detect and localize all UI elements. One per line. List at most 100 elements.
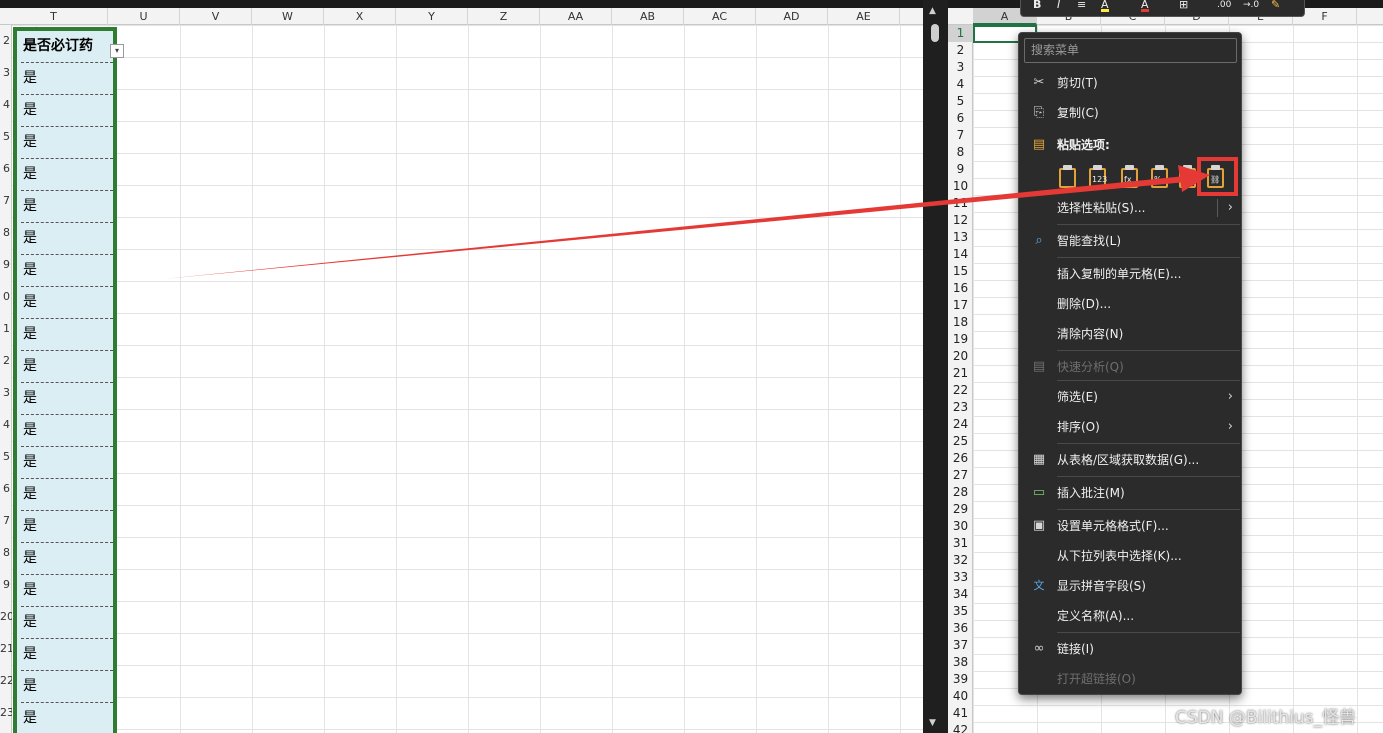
row-number[interactable]: 26 <box>948 450 973 467</box>
column-header-ad[interactable]: AD <box>756 8 828 25</box>
row-number[interactable]: 15 <box>948 263 973 280</box>
row-number[interactable]: 40 <box>948 688 973 705</box>
row-number[interactable]: 10 <box>948 178 973 195</box>
row-number[interactable]: 5 <box>0 441 12 473</box>
data-cell[interactable]: 是 <box>21 447 113 479</box>
data-cell[interactable]: 是 <box>21 159 113 191</box>
scroll-up-arrow-icon[interactable]: ▲ <box>929 6 936 16</box>
menu-item-copy[interactable]: ⎘ 复制(C) <box>1019 99 1241 127</box>
increase-decimal-button[interactable]: .00 <box>1217 0 1231 12</box>
italic-button[interactable]: I <box>1057 0 1060 12</box>
row-number[interactable]: 23 <box>0 697 12 729</box>
row-number[interactable]: 35 <box>948 603 973 620</box>
row-number[interactable]: 5 <box>948 93 973 110</box>
row-number[interactable]: 8 <box>948 144 973 161</box>
paste-transpose-icon[interactable]: ⇄ <box>1177 164 1199 190</box>
row-number[interactable]: 2 <box>0 25 12 57</box>
row-number[interactable]: 25 <box>948 433 973 450</box>
data-cell[interactable]: 是 <box>21 575 113 607</box>
menu-item-define-name[interactable]: 定义名称(A)... <box>1019 602 1241 630</box>
row-number[interactable]: 6 <box>948 110 973 127</box>
row-number[interactable]: 23 <box>948 399 973 416</box>
menu-item-insert-comment[interactable]: ▭ 插入批注(M) <box>1019 479 1241 507</box>
menu-item-link[interactable]: ∞ 链接(I) <box>1019 635 1241 663</box>
row-number[interactable]: 3 <box>948 59 973 76</box>
data-cell[interactable]: 是 <box>21 639 113 671</box>
row-number[interactable]: 7 <box>0 505 12 537</box>
data-cell[interactable]: 是 <box>21 63 113 95</box>
row-number[interactable]: 3 <box>0 57 12 89</box>
column-header-aa[interactable]: AA <box>540 8 612 25</box>
data-cell[interactable]: 是 <box>21 319 113 351</box>
menu-item-paste-special[interactable]: 选择性粘贴(S)... › <box>1019 194 1241 222</box>
left-cell-grid[interactable] <box>0 25 923 733</box>
row-number[interactable]: 14 <box>948 246 973 263</box>
row-number[interactable]: 13 <box>948 229 973 246</box>
data-cell[interactable]: 是 <box>21 127 113 159</box>
column-header-cell[interactable]: 是否必订药 <box>21 31 113 63</box>
row-number[interactable]: 21 <box>0 633 12 665</box>
row-number[interactable]: 21 <box>948 365 973 382</box>
row-number[interactable]: 17 <box>948 297 973 314</box>
row-number[interactable]: 34 <box>948 586 973 603</box>
paste-formulas-icon[interactable]: fx <box>1119 164 1141 190</box>
fill-color-button[interactable]: A <box>1101 0 1109 12</box>
font-color-button[interactable]: A <box>1141 0 1149 12</box>
scroll-down-arrow-icon[interactable]: ▼ <box>929 718 936 728</box>
menu-item-sort[interactable]: 排序(O) › <box>1019 413 1241 441</box>
menu-item-cut[interactable]: ✂ 剪切(T) <box>1019 69 1241 97</box>
row-number[interactable]: 4 <box>0 409 12 441</box>
menu-item-insert-copied-cells[interactable]: 插入复制的单元格(E)... <box>1019 260 1241 288</box>
menu-item-format-cells[interactable]: ▣ 设置单元格格式(F)... <box>1019 512 1241 540</box>
data-cell[interactable]: 是 <box>21 287 113 319</box>
row-number[interactable]: 28 <box>948 484 973 501</box>
data-cell[interactable]: 是 <box>21 703 113 733</box>
paste-default-icon[interactable] <box>1057 164 1079 190</box>
menu-item-clear-contents[interactable]: 清除内容(N) <box>1019 320 1241 348</box>
column-header-z[interactable]: Z <box>468 8 540 25</box>
row-number[interactable]: 20 <box>0 601 12 633</box>
menu-item-filter[interactable]: 筛选(E) › <box>1019 383 1241 411</box>
menu-item-smart-lookup[interactable]: ⌕ 智能查找(L) <box>1019 227 1241 255</box>
column-header-u[interactable]: U <box>108 8 180 25</box>
row-number[interactable]: 20 <box>948 348 973 365</box>
menu-search-input[interactable]: 搜索菜单 <box>1024 38 1237 63</box>
paste-formatting-icon[interactable]: % <box>1149 164 1171 190</box>
column-header-y[interactable]: Y <box>396 8 468 25</box>
row-number[interactable]: 22 <box>0 665 12 697</box>
row-number[interactable]: 2 <box>0 345 12 377</box>
data-cell[interactable]: 是 <box>21 511 113 543</box>
menu-item-pick-from-dropdown[interactable]: 从下拉列表中选择(K)... <box>1019 542 1241 570</box>
data-cell[interactable]: 是 <box>21 415 113 447</box>
row-number[interactable]: 19 <box>948 331 973 348</box>
row-number[interactable]: 0 <box>0 281 12 313</box>
row-number[interactable]: 18 <box>948 314 973 331</box>
format-painter-icon[interactable]: ✎ <box>1271 0 1280 12</box>
left-vertical-scrollbar[interactable]: ▲ ▼ <box>926 0 944 733</box>
menu-item-delete[interactable]: 删除(D)... <box>1019 290 1241 318</box>
data-cell[interactable]: 是 <box>21 607 113 639</box>
row-number[interactable]: 4 <box>948 76 973 93</box>
row-number[interactable]: 8 <box>0 537 12 569</box>
menu-item-show-phonetic[interactable]: 文 显示拼音字段(S) <box>1019 572 1241 600</box>
row-number[interactable]: 7 <box>948 127 973 144</box>
column-header-ac[interactable]: AC <box>684 8 756 25</box>
scrollbar-thumb[interactable] <box>931 24 939 42</box>
column-header-ab[interactable]: AB <box>612 8 684 25</box>
bold-button[interactable]: B <box>1033 0 1041 12</box>
data-cell[interactable]: 是 <box>21 383 113 415</box>
borders-icon[interactable]: ⊞ <box>1179 0 1188 12</box>
row-number[interactable]: 9 <box>948 161 973 178</box>
row-number[interactable]: 37 <box>948 637 973 654</box>
column-header-x[interactable]: X <box>324 8 396 25</box>
data-cell[interactable]: 是 <box>21 95 113 127</box>
row-number[interactable]: 5 <box>0 121 12 153</box>
row-number[interactable]: 36 <box>948 620 973 637</box>
data-cell[interactable]: 是 <box>21 671 113 703</box>
copied-column-selection[interactable]: 是否必订药 ▾ 是 是 是 是 是 是 是 是 是 是 是 是 是 是 是 是 … <box>13 27 124 733</box>
row-number[interactable]: 27 <box>948 467 973 484</box>
row-number[interactable]: 29 <box>948 501 973 518</box>
row-number[interactable]: 9 <box>0 249 12 281</box>
column-header-t[interactable]: T <box>0 8 108 25</box>
row-number[interactable]: 30 <box>948 518 973 535</box>
